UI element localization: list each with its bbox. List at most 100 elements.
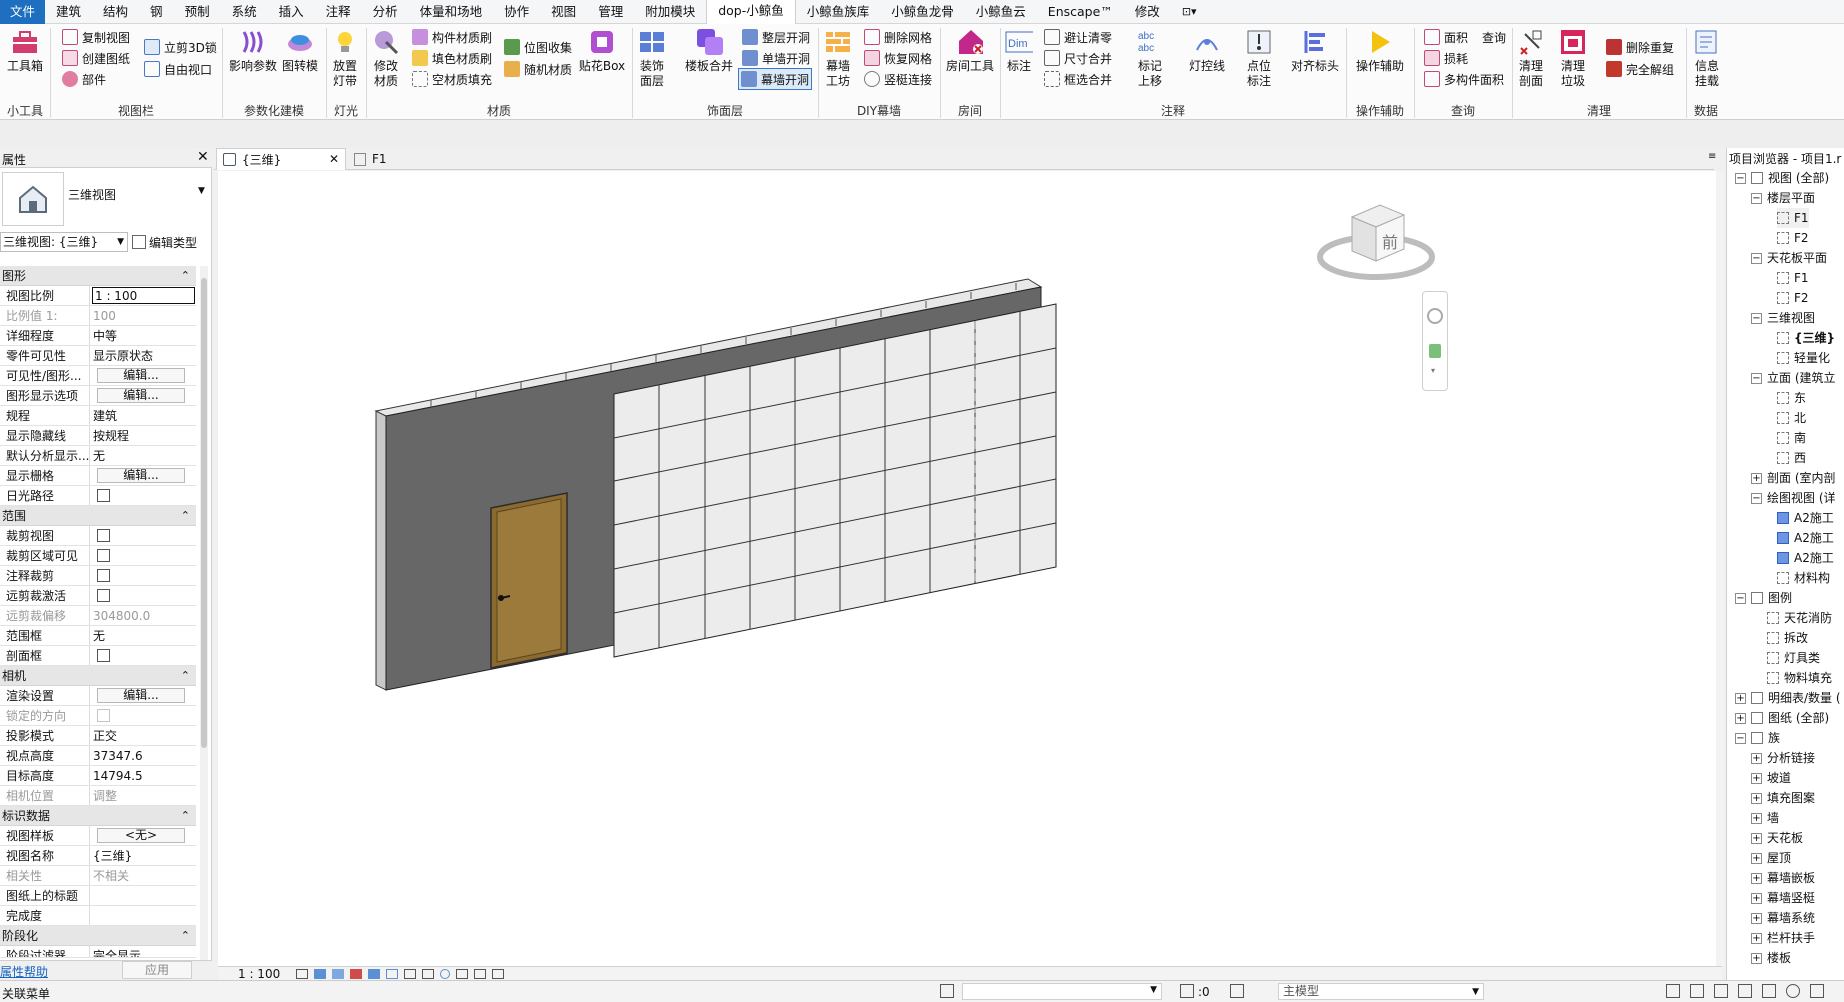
- worksharing-icon[interactable]: [456, 968, 469, 979]
- tree-item-fill-pattern[interactable]: + 填充图案: [1751, 788, 1815, 808]
- tree-item-wall[interactable]: + 墙: [1751, 808, 1779, 828]
- align-tag-head-button[interactable]: 对齐标头: [1288, 28, 1342, 74]
- clean-section-button[interactable]: 清理 剖面: [1514, 28, 1548, 89]
- tab-f1[interactable]: F1: [348, 148, 438, 170]
- modify-material-button[interactable]: 修改 材质: [368, 28, 404, 89]
- tree-item-3d-default[interactable]: {三维}: [1777, 328, 1835, 348]
- menu-annotate[interactable]: 注释: [315, 0, 362, 24]
- section-box-3d-button[interactable]: 立剪3D锁: [142, 36, 219, 58]
- edit-button[interactable]: 编辑...: [97, 468, 185, 483]
- area-button[interactable]: 面积: [1422, 26, 1470, 48]
- view-scale-control[interactable]: 1 : 100: [238, 967, 280, 981]
- tree-item-drafting-views[interactable]: − 绘图视图 (详: [1751, 488, 1836, 508]
- menu-architecture[interactable]: 建筑: [45, 0, 92, 24]
- menu-manage[interactable]: 管理: [587, 0, 634, 24]
- tabs-menu-icon[interactable]: ≡: [1708, 151, 1716, 162]
- tree-item-east[interactable]: 东: [1777, 388, 1806, 408]
- section-box-checkbox[interactable]: [97, 649, 110, 662]
- group-phasing[interactable]: 阶段化 ⌃: [0, 926, 196, 946]
- parts-button[interactable]: 部件: [60, 68, 108, 90]
- light-control-line-button[interactable]: 灯控线: [1186, 28, 1228, 74]
- menu-addins[interactable]: 附加模块: [634, 0, 706, 24]
- menu-dop-xiaojingyu[interactable]: dop-小鲸鱼: [706, 0, 796, 24]
- tree-item-sheets[interactable]: + 图纸 (全部): [1735, 708, 1829, 728]
- influence-params-button[interactable]: 影响参数: [226, 28, 280, 74]
- filter-icon[interactable]: [1810, 984, 1824, 998]
- menu-collaborate[interactable]: 协作: [493, 0, 540, 24]
- tree-item-railing[interactable]: + 栏杆扶手: [1751, 928, 1815, 948]
- properties-help-link[interactable]: 属性帮助: [0, 963, 48, 980]
- tree-item-curtain-mullion[interactable]: + 幕墙竖梃: [1751, 888, 1815, 908]
- menu-massing[interactable]: 体量和场地: [409, 0, 494, 24]
- component-material-brush-button[interactable]: 构件材质刷: [410, 26, 494, 48]
- scrollbar-thumb[interactable]: [201, 278, 207, 748]
- clean-trash-button[interactable]: 清理 垃圾: [1556, 28, 1590, 89]
- menu-enscape[interactable]: Enscape™: [1037, 0, 1124, 24]
- annotation-crop-checkbox[interactable]: [97, 569, 110, 582]
- toolbox-button[interactable]: 工具箱: [6, 28, 44, 74]
- curtain-wall-opening-button[interactable]: 幕墙开洞: [738, 68, 813, 90]
- tree-item-south[interactable]: 南: [1777, 428, 1806, 448]
- tree-item-floor[interactable]: + 楼板: [1751, 948, 1791, 968]
- tree-item-demolition[interactable]: 拆改: [1767, 628, 1808, 648]
- shadows-icon[interactable]: [350, 968, 363, 979]
- background-process-icon[interactable]: [1786, 984, 1800, 998]
- tree-item-3d-views[interactable]: − 三维视图: [1751, 308, 1815, 328]
- tree-item-west[interactable]: 西: [1777, 448, 1806, 468]
- tree-item-schedules[interactable]: + 明细表/数量 (: [1735, 688, 1841, 708]
- detail-level-icon[interactable]: [296, 968, 309, 979]
- constraints-icon[interactable]: [492, 968, 505, 979]
- tab-3d-view[interactable]: {三维} ✕: [216, 148, 346, 170]
- menu-analyze[interactable]: 分析: [362, 0, 409, 24]
- tree-item-legends[interactable]: − 图例: [1735, 588, 1792, 608]
- drag-elements-icon[interactable]: [1762, 984, 1776, 998]
- tree-item-ceiling-fire[interactable]: 天花消防: [1767, 608, 1832, 628]
- steering-wheel-icon[interactable]: [1427, 308, 1443, 324]
- tag-move-up-button[interactable]: abc abc 标记 上移: [1132, 28, 1168, 89]
- tree-item-families[interactable]: − 族: [1735, 728, 1780, 748]
- tree-item-elevations[interactable]: − 立面 (建筑立: [1751, 368, 1836, 388]
- reveal-hidden-icon[interactable]: [440, 968, 451, 979]
- edit-type-button[interactable]: 编辑类型: [132, 232, 197, 252]
- multi-component-area-button[interactable]: 多构件面积: [1422, 68, 1506, 90]
- sun-path-checkbox[interactable]: [97, 489, 110, 502]
- properties-scrollbar[interactable]: [200, 266, 208, 960]
- dimension-label-button[interactable]: Dim 标注: [1002, 28, 1036, 74]
- free-viewport-button[interactable]: 自由视口: [142, 58, 214, 80]
- room-tool-button[interactable]: 房间工具: [944, 28, 996, 74]
- menu-modify[interactable]: 修改: [1124, 0, 1171, 24]
- temp-hide-icon[interactable]: [422, 968, 435, 979]
- tree-item-analysis-link[interactable]: + 分析链接: [1751, 748, 1815, 768]
- full-floor-opening-button[interactable]: 整层开洞: [740, 26, 812, 48]
- group-identity-data[interactable]: 标识数据 ⌃: [0, 806, 196, 826]
- group-extents[interactable]: 范围 ⌃: [0, 506, 196, 526]
- menu-file[interactable]: 文件: [0, 0, 46, 24]
- tree-item-ceiling[interactable]: + 天花板: [1751, 828, 1803, 848]
- remove-duplicates-button[interactable]: 删除重复: [1604, 36, 1676, 58]
- mullion-connect-button[interactable]: 竖梃连接: [862, 68, 934, 90]
- tree-item-roof[interactable]: + 屋顶: [1751, 848, 1791, 868]
- menu-systems[interactable]: 系统: [221, 0, 268, 24]
- tree-item-curtain-panel[interactable]: + 幕墙嵌板: [1751, 868, 1815, 888]
- empty-material-fill-button[interactable]: 空材质填充: [410, 68, 494, 90]
- design-option-dropdown[interactable]: 主模型 ▼: [1278, 983, 1484, 1000]
- tree-item-lighting[interactable]: 灯具类: [1767, 648, 1820, 668]
- crop-view-checkbox[interactable]: [97, 529, 110, 542]
- menu-view[interactable]: 视图: [540, 0, 587, 24]
- tree-item-material[interactable]: 材料构: [1777, 568, 1830, 588]
- delete-grid-button[interactable]: 删除网格: [862, 26, 934, 48]
- menu-extra-dropdown[interactable]: ⊡▾: [1171, 0, 1208, 24]
- visual-style-icon[interactable]: [314, 968, 327, 979]
- close-tab-icon[interactable]: ✕: [329, 152, 339, 166]
- tree-item-floor-plans[interactable]: − 楼层平面: [1751, 188, 1815, 208]
- viewport-scrollbar[interactable]: [1716, 171, 1724, 966]
- close-icon[interactable]: ✕: [197, 149, 209, 165]
- info-mount-button[interactable]: 信息 挂载: [1690, 28, 1724, 89]
- tree-item-curtain-system[interactable]: + 幕墙系统: [1751, 908, 1815, 928]
- tree-item-a2-1[interactable]: A2施工: [1777, 508, 1834, 528]
- view-scale-input[interactable]: 1 : 100: [92, 287, 195, 304]
- place-light-strip-button[interactable]: 放置 灯带: [328, 28, 362, 89]
- show-crop-icon[interactable]: [386, 968, 399, 979]
- menu-steel[interactable]: 钢: [139, 0, 174, 24]
- size-merge-button[interactable]: 尺寸合并: [1042, 47, 1114, 69]
